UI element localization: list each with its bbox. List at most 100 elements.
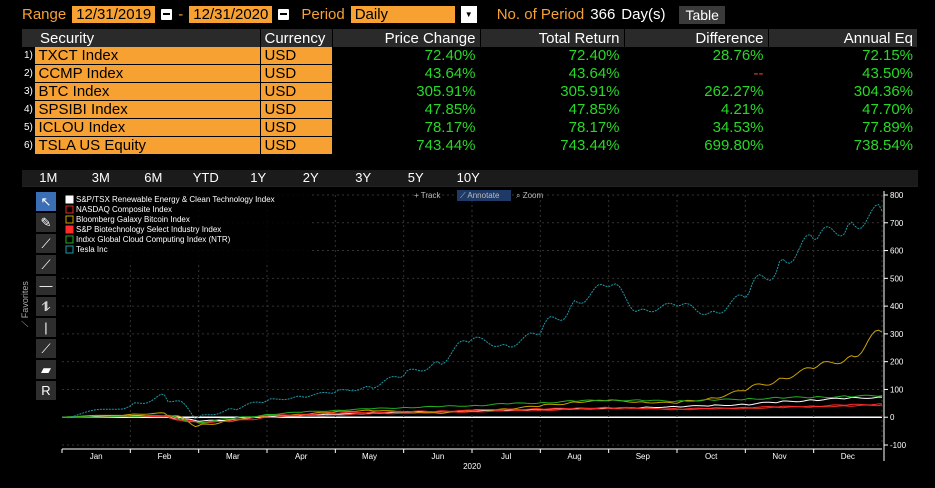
y-tick-label: -100 bbox=[890, 441, 907, 450]
currency-cell[interactable]: USD bbox=[260, 64, 333, 83]
security-cell[interactable]: BTC Index bbox=[34, 82, 261, 101]
legend-swatch bbox=[65, 195, 74, 204]
tab-5y[interactable]: 5Y bbox=[390, 170, 443, 186]
chevron-down-icon[interactable]: ▼ bbox=[460, 6, 477, 23]
row-number: 1) bbox=[22, 47, 35, 65]
security-cell[interactable]: SPSIBI Index bbox=[34, 100, 261, 119]
y-tick-label: 500 bbox=[890, 274, 904, 283]
x-tick-label: May bbox=[362, 452, 377, 461]
percent-line-icon[interactable]: ⥮ bbox=[36, 297, 56, 316]
y-tick-label: 300 bbox=[890, 330, 904, 339]
tab-3m[interactable]: 3M bbox=[75, 170, 128, 186]
period-select[interactable]: Daily bbox=[350, 6, 455, 23]
reset-icon[interactable]: R bbox=[36, 381, 56, 400]
range-label: Range bbox=[22, 6, 67, 23]
table-row[interactable]: 2) CCMP Index USD 43.64% 43.64% -- 43.50… bbox=[22, 64, 918, 83]
num-period-value[interactable]: 366 bbox=[590, 6, 615, 23]
legend-entry[interactable]: Tesla Inc bbox=[76, 245, 108, 254]
price-change-cell: 47.85% bbox=[332, 100, 481, 119]
table-button[interactable]: Table bbox=[679, 5, 725, 24]
difference-cell: 4.21% bbox=[624, 100, 769, 119]
zoom-button[interactable]: ⌕ Zoom bbox=[516, 191, 543, 200]
currency-cell[interactable]: USD bbox=[260, 100, 333, 119]
security-cell[interactable]: ICLOU Index bbox=[34, 118, 261, 137]
table-row[interactable]: 6) TSLA US Equity USD 743.44% 743.44% 69… bbox=[22, 136, 918, 155]
table-row[interactable]: 1) TXCT Index USD 72.40% 72.40% 28.76% 7… bbox=[22, 47, 918, 65]
trend-line-icon[interactable]: ⟋ bbox=[36, 234, 56, 253]
segment-line-icon[interactable]: ⟋ bbox=[36, 339, 56, 358]
calendar-icon[interactable] bbox=[278, 9, 290, 20]
header-security[interactable]: Security bbox=[22, 29, 261, 47]
legend-entry[interactable]: S&P Biotechnology Select Industry Index bbox=[76, 225, 221, 234]
performance-chart[interactable]: 800 700 600 500 400 300 200 100 0 -100 Jan Feb Mar Ap… bbox=[22, 187, 918, 469]
price-change-cell: 743.44% bbox=[332, 136, 481, 155]
chart-panel: 800 700 600 500 400 300 200 100 0 -100 Jan Feb Mar Ap… bbox=[20, 186, 918, 469]
header-price-change[interactable]: Price Change bbox=[332, 29, 481, 47]
cursor-icon[interactable]: ↖ bbox=[36, 192, 56, 211]
period-label: Period bbox=[301, 6, 345, 23]
annual-eq-cell: 43.50% bbox=[768, 64, 918, 83]
security-cell[interactable]: TXCT Index bbox=[34, 47, 261, 65]
range-dash: - bbox=[178, 6, 184, 23]
x-tick-label: Jun bbox=[431, 452, 444, 461]
end-date-field[interactable]: 12/31/2020 bbox=[189, 6, 273, 23]
start-date-field[interactable]: 12/31/2019 bbox=[72, 6, 156, 23]
table-row[interactable]: 4) SPSIBI Index USD 47.85% 47.85% 4.21% … bbox=[22, 100, 918, 119]
channel-icon[interactable]: ▰ bbox=[36, 360, 56, 379]
x-tick-label: Mar bbox=[226, 452, 240, 461]
x-tick-label: Aug bbox=[567, 452, 581, 461]
table-row[interactable]: 5) ICLOU Index USD 78.17% 78.17% 34.53% … bbox=[22, 118, 918, 137]
header-total-return[interactable]: Total Return bbox=[480, 29, 625, 47]
header-annual-eq[interactable]: Annual Eq bbox=[768, 29, 918, 47]
legend-entry[interactable]: Indxx Global Cloud Computing Index (NTR) bbox=[76, 235, 231, 244]
security-cell[interactable]: CCMP Index bbox=[34, 64, 261, 83]
tab-2y[interactable]: 2Y bbox=[285, 170, 338, 186]
row-number: 4) bbox=[22, 100, 35, 119]
x-tick-label: Jan bbox=[90, 452, 103, 461]
price-change-cell: 43.64% bbox=[332, 64, 481, 83]
y-tick-label: 800 bbox=[890, 191, 904, 200]
chart-toolbar: + Track ⟋ Annotate ⌕ Zoom bbox=[414, 190, 543, 201]
pen-icon[interactable]: ✎ bbox=[36, 213, 56, 232]
tab-1y[interactable]: 1Y bbox=[232, 170, 285, 186]
period-tabs: 1M 3M 6M YTD 1Y 2Y 3Y 5Y 10Y bbox=[22, 170, 918, 186]
chart-legend: S&P/TSX Renewable Energy & Clean Technol… bbox=[62, 193, 310, 265]
currency-cell[interactable]: USD bbox=[260, 47, 333, 65]
legend-entry[interactable]: Bloomberg Galaxy Bitcoin Index bbox=[76, 215, 190, 224]
track-button[interactable]: + Track bbox=[414, 191, 441, 200]
legend-entry[interactable]: NASDAQ Composite Index bbox=[76, 205, 172, 214]
header-difference[interactable]: Difference bbox=[624, 29, 769, 47]
header-currency[interactable]: Currency bbox=[260, 29, 333, 47]
vertical-line-icon[interactable]: | bbox=[36, 318, 56, 337]
total-return-cell: 72.40% bbox=[480, 47, 625, 65]
calendar-icon[interactable] bbox=[161, 9, 173, 20]
currency-cell[interactable]: USD bbox=[260, 118, 333, 137]
table-row[interactable]: 3) BTC Index USD 305.91% 305.91% 262.27%… bbox=[22, 82, 918, 101]
tab-3y[interactable]: 3Y bbox=[337, 170, 390, 186]
x-tick-label: Feb bbox=[158, 452, 172, 461]
favorites-label[interactable]: ⟋ Favorites bbox=[20, 281, 31, 327]
tab-ytd[interactable]: YTD bbox=[180, 170, 233, 186]
tab-10y[interactable]: 10Y bbox=[442, 170, 495, 186]
y-tick-label: 200 bbox=[890, 358, 904, 367]
currency-cell[interactable]: USD bbox=[260, 136, 333, 155]
difference-cell: 28.76% bbox=[624, 47, 769, 65]
currency-cell[interactable]: USD bbox=[260, 82, 333, 101]
ray-line-icon[interactable]: ⟋ bbox=[36, 255, 56, 274]
price-change-cell: 305.91% bbox=[332, 82, 481, 101]
tab-1m[interactable]: 1M bbox=[22, 170, 75, 186]
difference-cell: -- bbox=[624, 64, 769, 83]
difference-cell: 262.27% bbox=[624, 82, 769, 101]
annual-eq-cell: 738.54% bbox=[768, 136, 918, 155]
annotate-button[interactable]: ⟋ Annotate bbox=[460, 191, 500, 200]
security-cell[interactable]: TSLA US Equity bbox=[34, 136, 261, 155]
row-number: 2) bbox=[22, 64, 35, 83]
x-tick-label: Jul bbox=[501, 452, 511, 461]
y-tick-label: 100 bbox=[890, 385, 904, 394]
tab-6m[interactable]: 6M bbox=[127, 170, 180, 186]
y-tick-label: 0 bbox=[890, 413, 895, 422]
x-tick-label: Dec bbox=[841, 452, 855, 461]
difference-cell: 699.80% bbox=[624, 136, 769, 155]
horizontal-line-icon[interactable]: — bbox=[36, 276, 56, 295]
legend-entry[interactable]: S&P/TSX Renewable Energy & Clean Technol… bbox=[76, 195, 275, 204]
